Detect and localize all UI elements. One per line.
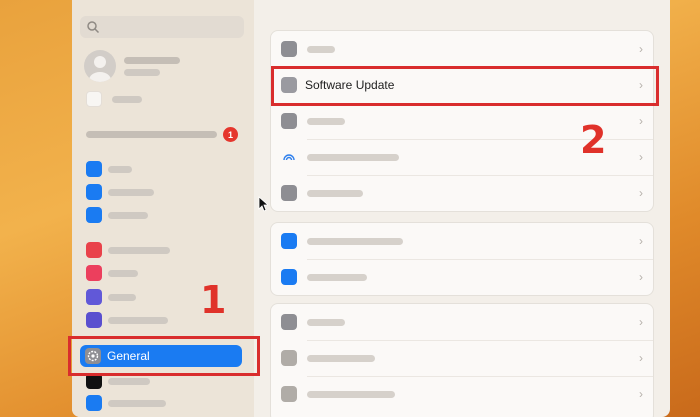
chevron-right-icon: ›: [639, 315, 643, 329]
chevron-right-icon: ›: [639, 234, 643, 248]
annotation-step-2: 2: [580, 118, 607, 162]
row-label-placeholder: [307, 274, 367, 281]
annotation-step-1: 1: [200, 278, 227, 322]
settings-row-sharing[interactable]: ›: [271, 304, 653, 340]
annotation-box-general: [68, 336, 260, 376]
family-label-placeholder: [112, 96, 142, 103]
laptop-icon: [281, 41, 297, 57]
chevron-right-icon: ›: [639, 186, 643, 200]
row-label-placeholder: [307, 118, 345, 125]
notification-badge: 1: [223, 127, 238, 142]
row-label-placeholder: [307, 154, 399, 161]
chevron-right-icon: ›: [639, 351, 643, 365]
row-label-placeholder: [307, 46, 335, 53]
row-label-placeholder: [307, 319, 345, 326]
airdrop-icon: [281, 149, 297, 165]
row-label-placeholder: [307, 391, 395, 398]
user-name-placeholder: [124, 57, 180, 64]
sound-icon: [86, 265, 102, 281]
chevron-right-icon: ›: [639, 150, 643, 164]
settings-row-login-items[interactable]: ›: [271, 175, 653, 211]
screen-time-icon: [86, 312, 102, 328]
settings-row-time-machine[interactable]: ›: [271, 340, 653, 376]
chevron-right-icon: ›: [639, 42, 643, 56]
annotation-box-software-update: [271, 66, 659, 106]
search-icon: [87, 21, 100, 34]
storage-icon: [281, 113, 297, 129]
sidebar-label-placeholder: [108, 378, 150, 385]
settings-group-sharing: › › ›: [270, 303, 654, 417]
family-icon: [86, 91, 102, 107]
notification-banner-placeholder[interactable]: [86, 131, 217, 138]
row-label-placeholder: [307, 190, 363, 197]
settings-row-about[interactable]: ›: [271, 31, 653, 67]
wifi-icon: [86, 161, 102, 177]
user-avatar[interactable]: [84, 50, 116, 82]
notifications-icon: [86, 242, 102, 258]
sidebar-label-placeholder: [108, 270, 138, 277]
search-field[interactable]: [80, 16, 244, 38]
sharing-icon: [281, 314, 297, 330]
user-subtitle-placeholder: [124, 69, 160, 76]
time-machine-icon: [281, 350, 297, 366]
sidebar-label-placeholder: [108, 294, 136, 301]
bluetooth-icon: [86, 184, 102, 200]
accessibility-icon: [86, 395, 102, 411]
list-icon: [281, 185, 297, 201]
chevron-right-icon: ›: [639, 387, 643, 401]
sidebar-label-placeholder: [108, 247, 170, 254]
mouse-pointer-icon: [258, 196, 268, 212]
settings-row-date-time[interactable]: ›: [271, 259, 653, 295]
sidebar-label-placeholder: [108, 317, 168, 324]
reset-icon: [281, 386, 297, 402]
person-icon: [89, 56, 111, 82]
settings-group-language: › ›: [270, 222, 654, 296]
settings-row-transfer-reset[interactable]: ›: [271, 376, 653, 412]
chevron-right-icon: ›: [639, 270, 643, 284]
network-icon: [86, 207, 102, 223]
calendar-icon: [281, 269, 297, 285]
sidebar-label-placeholder: [108, 400, 166, 407]
sidebar-label-placeholder: [108, 189, 154, 196]
sidebar-label-placeholder: [108, 212, 148, 219]
row-label-placeholder: [307, 355, 375, 362]
chevron-right-icon: ›: [639, 114, 643, 128]
sidebar-label-placeholder: [108, 166, 132, 173]
globe-icon: [281, 233, 297, 249]
row-label-placeholder: [307, 238, 403, 245]
focus-icon: [86, 289, 102, 305]
settings-row-language-region[interactable]: ›: [271, 223, 653, 259]
